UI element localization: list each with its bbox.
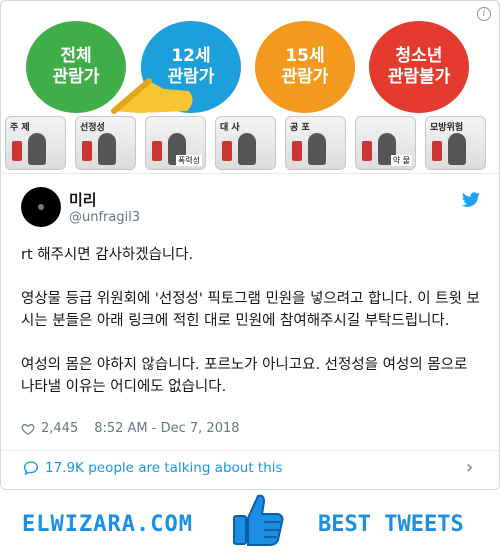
pictogram-accent	[152, 141, 162, 161]
pictogram: 폭력성	[145, 116, 206, 170]
heart-icon[interactable]	[21, 422, 35, 436]
comment-bubble-icon	[23, 461, 39, 476]
tweet-paragraph: 영상물 등급 위원회에 '선정성' 픽토그램 민원을 넣으려고 합니다. 이 트…	[21, 291, 480, 329]
rating-circle: 청소년 관람불가	[369, 21, 469, 113]
pictogram-figure	[28, 133, 46, 165]
pictogram-label: 주 제	[10, 123, 30, 133]
tweet-card: i 전체 관람가 12세 관람가 15세 관람가 청소년 관람불가 주 제 선정성 폭력성…	[0, 0, 500, 490]
twitter-bird-icon[interactable]	[461, 192, 481, 208]
pointing-hand-icon	[111, 78, 193, 114]
pictogram-accent	[82, 141, 92, 161]
pictogram: 주 제	[5, 116, 66, 170]
author-handle[interactable]: @unfragil3	[69, 210, 140, 225]
tweet-text: rt 해주시면 감사하겠습니다. 영상물 등급 위원회에 '선정성' 픽토그램 …	[21, 244, 481, 420]
pictogram-figure	[238, 133, 256, 165]
chevron-right-icon[interactable]: ›	[466, 459, 473, 477]
pictogram: 대 사	[215, 116, 276, 170]
pictogram-label: 모방위험	[430, 123, 464, 133]
pictogram-sublabel: 폭력성	[175, 155, 202, 166]
thumbs-up-icon	[233, 494, 284, 546]
pictogram-accent	[222, 141, 232, 161]
pictogram: 선정성	[75, 116, 136, 170]
conversation-link[interactable]: 17.9K people are talking about this	[45, 460, 283, 476]
pictogram-label: 선정성	[80, 123, 105, 133]
pictogram-sublabel: 약 물	[390, 155, 412, 166]
avatar[interactable]	[21, 187, 61, 227]
pictogram-accent	[362, 141, 372, 161]
tweet-paragraph: rt 해주시면 감사하겠습니다.	[21, 247, 194, 263]
pictogram-accent	[432, 141, 442, 161]
info-icon[interactable]: i	[477, 7, 491, 21]
pictogram-accent	[12, 141, 22, 161]
pictogram-accent	[292, 141, 302, 161]
pictogram: 모방위험	[425, 116, 486, 170]
like-count[interactable]: 2,445	[41, 421, 78, 436]
tweet-media-image[interactable]: i 전체 관람가 12세 관람가 15세 관람가 청소년 관람불가 주 제 선정성 폭력성…	[1, 1, 499, 173]
pictogram-label: 대 사	[220, 123, 240, 133]
tweet-paragraph: 여성의 몸은 야하지 않습니다. 포르노가 아니고요. 선정성을 여성의 몸으로…	[21, 357, 468, 395]
pictogram-figure	[448, 133, 466, 165]
pictogram: 약 물	[355, 116, 416, 170]
pictogram-label: 공 포	[290, 123, 310, 133]
tweet-meta: 2,445 8:52 AM - Dec 7, 2018	[21, 421, 240, 436]
pictogram: 공 포	[285, 116, 346, 170]
author-name[interactable]: 미리	[69, 189, 97, 210]
rating-circle: 15세 관람가	[255, 21, 355, 113]
pictogram-figure	[98, 133, 116, 165]
tagline: BEST TWEETS	[318, 512, 464, 537]
site-name: ELWIZARA.COM	[22, 512, 193, 537]
pictogram-figure	[308, 133, 326, 165]
timestamp[interactable]: 8:52 AM - Dec 7, 2018	[94, 421, 239, 436]
